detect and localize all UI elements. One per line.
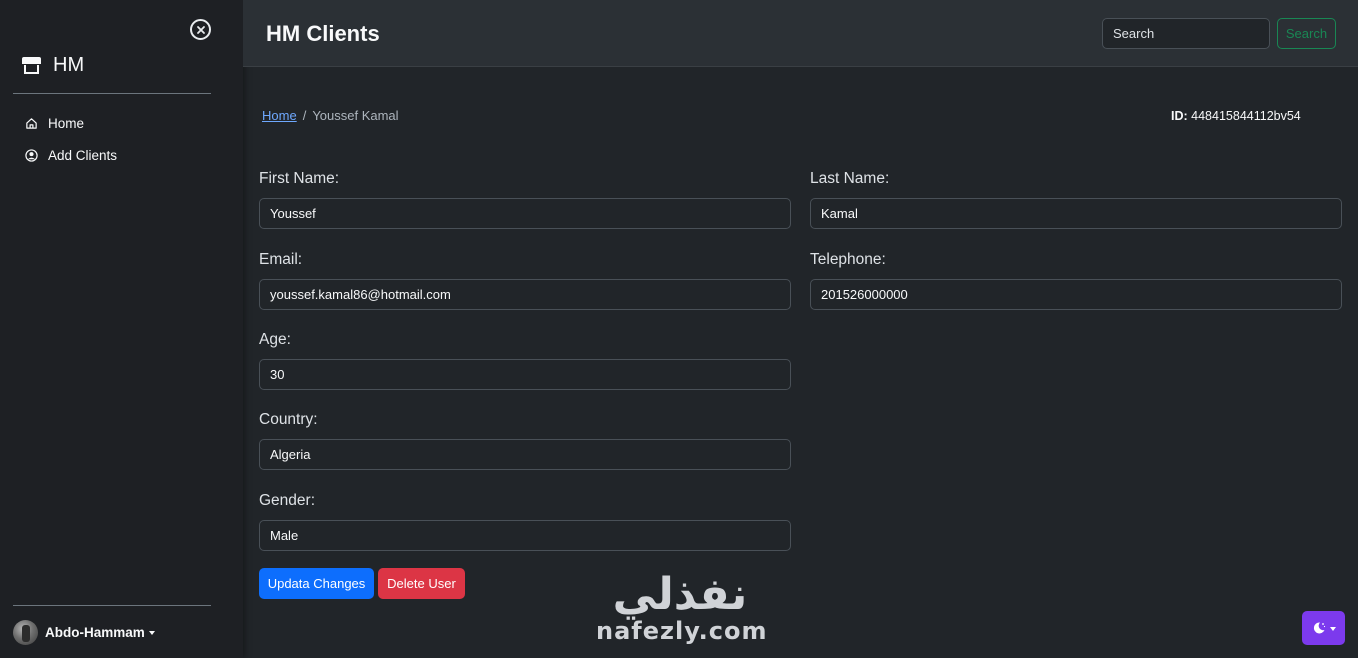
search-button[interactable]: Search	[1277, 18, 1336, 49]
age-field: Age:	[259, 331, 791, 390]
sidebar-item-home[interactable]: Home	[25, 114, 117, 132]
email-field: Email:	[259, 251, 791, 310]
gender-field: Gender:	[259, 492, 791, 551]
home-icon	[26, 117, 37, 129]
country-input[interactable]	[259, 439, 791, 470]
email-label: Email:	[259, 251, 303, 268]
breadcrumb-separator: /	[302, 108, 307, 123]
client-id-value: 448415844112bv54	[1191, 109, 1301, 123]
sidebar-item-label: Add Clients	[48, 147, 118, 163]
telephone-input[interactable]	[810, 279, 1342, 310]
top-bar: HM Clients Search	[243, 0, 1358, 67]
country-field: Country:	[259, 411, 791, 470]
delete-user-button[interactable]: Delete User	[378, 568, 465, 599]
gender-label: Gender:	[259, 492, 316, 509]
watermark: نفذلي nafezly.com	[596, 569, 768, 645]
breadcrumb-home-link[interactable]: Home	[262, 108, 297, 123]
watermark-latin: nafezly.com	[596, 617, 768, 645]
user-circle-icon	[25, 148, 38, 162]
sidebar: HM Home Add Clients Abdo-Hammam	[0, 0, 243, 658]
update-changes-button[interactable]: Updata Changes	[259, 568, 374, 599]
caret-down-icon	[1329, 626, 1336, 631]
breadcrumb-current: Youssef Kamal	[312, 108, 399, 123]
page-title: HM Clients	[266, 21, 380, 46]
sidebar-divider	[13, 93, 211, 94]
age-label: Age:	[259, 331, 291, 348]
breadcrumb: Home / Youssef Kamal	[262, 108, 399, 123]
first-name-label: First Name:	[259, 170, 340, 187]
gender-input[interactable]	[259, 520, 791, 551]
close-icon	[196, 25, 205, 34]
brand[interactable]: HM	[22, 54, 84, 77]
user-menu[interactable]: Abdo-Hammam	[13, 620, 155, 645]
last-name-input[interactable]	[810, 198, 1342, 229]
telephone-field: Telephone:	[810, 251, 1342, 310]
sidebar-nav: Home Add Clients	[25, 114, 117, 178]
last-name-field: Last Name:	[810, 170, 1342, 229]
first-name-field: First Name:	[259, 170, 791, 229]
close-sidebar-button[interactable]	[190, 19, 211, 40]
country-label: Country:	[259, 411, 318, 428]
telephone-label: Telephone:	[810, 251, 886, 268]
sidebar-item-add-clients[interactable]: Add Clients	[25, 146, 117, 164]
client-id-label: ID:	[1171, 109, 1188, 123]
moon-stars-icon	[1313, 622, 1325, 634]
sidebar-item-label: Home	[48, 115, 85, 131]
avatar	[13, 620, 38, 645]
theme-toggle-button[interactable]	[1302, 611, 1345, 645]
sidebar-divider	[13, 605, 211, 606]
search-input[interactable]	[1102, 18, 1270, 49]
watermark-arabic: نفذلي	[612, 569, 748, 620]
email-input[interactable]	[259, 279, 791, 310]
brand-name: HM	[53, 54, 85, 76]
caret-down-icon	[148, 631, 155, 635]
first-name-input[interactable]	[259, 198, 791, 229]
user-name: Abdo-Hammam	[45, 625, 145, 640]
age-input[interactable]	[259, 359, 791, 390]
shop-icon	[22, 57, 41, 74]
client-id: ID: 448415844112bv54	[1171, 109, 1301, 123]
last-name-label: Last Name:	[810, 170, 890, 187]
